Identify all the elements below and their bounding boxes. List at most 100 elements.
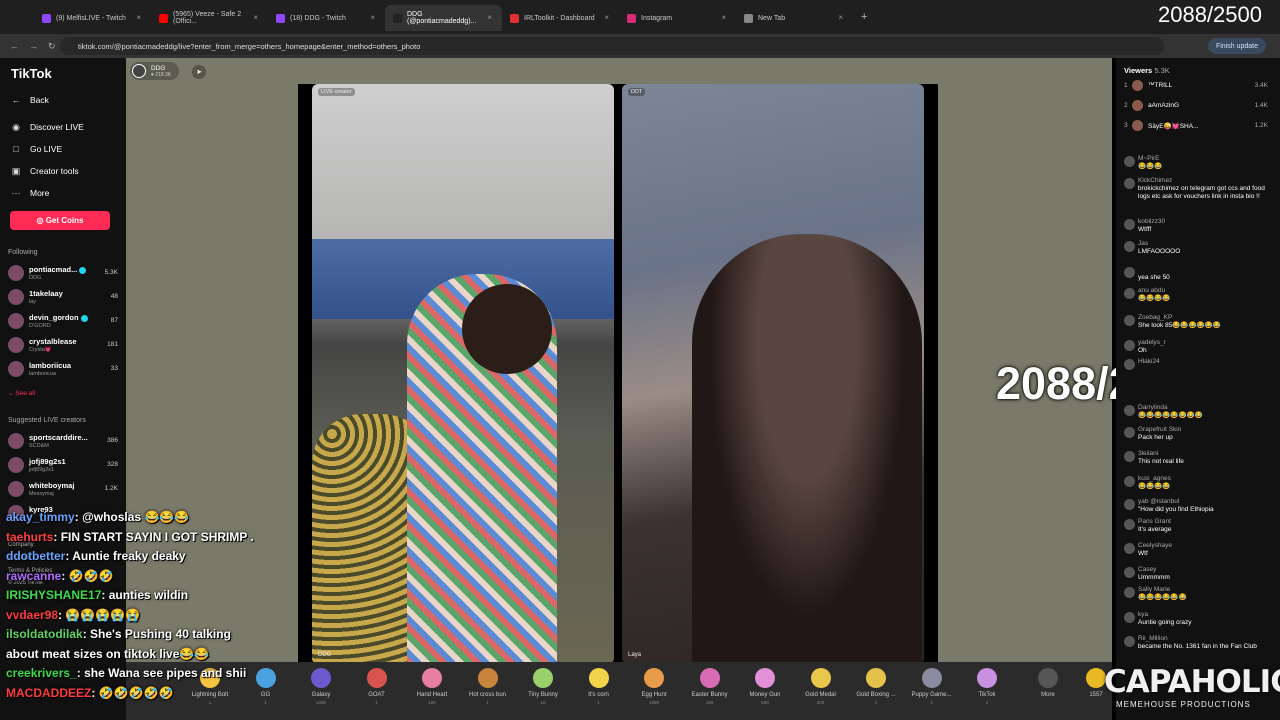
browser-tab[interactable]: (9) MelfisLIVE - Twitch × [34, 5, 151, 31]
back-link[interactable]: ← Back [10, 94, 49, 106]
browser-tab[interactable]: DDG (@pontiacmadeddg)... × [385, 5, 502, 31]
host-badge[interactable]: DDG ♥ 218.3K [130, 62, 180, 80]
close-icon[interactable]: × [487, 13, 492, 22]
creator-row[interactable]: jofj89g2s1 jofj89g2s1 328 [8, 455, 120, 477]
gift-item[interactable]: It's corn 1 [573, 668, 625, 705]
video-left[interactable]: LIVE creator DDG [312, 84, 614, 664]
share-arrow-icon[interactable]: ➤ [192, 65, 206, 79]
close-icon[interactable]: × [253, 13, 258, 22]
finish-update-button[interactable]: Finish update [1207, 38, 1266, 54]
creator-name-text: sportscarddire... [29, 433, 88, 442]
overlay-chat-line: vvdaer98: 😭😭😭😭😭 [6, 608, 140, 622]
chat-message: Paris Grant It's average [1124, 518, 1274, 538]
creator-row[interactable]: devin_gordon DʻGORD 87 [8, 311, 120, 333]
tab-title: Instagram [641, 14, 673, 22]
video-container: LIVE creator DDG DDT Laya [298, 84, 938, 664]
chat-message: Grapefruit Skin Pack her up [1124, 426, 1274, 446]
viewer-row[interactable]: 2 aAmAzinG 1.4K [1124, 99, 1274, 115]
suggested-heading: Suggested LIVE creators [8, 417, 86, 424]
creator-name: 1takelaay [29, 289, 63, 298]
creator-row[interactable]: sportscarddire... SCD&M 386 [8, 431, 120, 453]
url-input[interactable]: tiktok.com/@pontiacmadeddg/live?enter_fr… [60, 37, 1164, 55]
gift-item[interactable]: Gold Medal 200 [795, 668, 847, 705]
gift-icon [477, 668, 498, 688]
creator-row[interactable]: whiteboymaj Messymaj 1.2K [8, 479, 120, 501]
viewer-row[interactable]: 3 SäyE😜💓SHA... 1.2K [1124, 119, 1274, 135]
person-blurred [692, 234, 922, 664]
see-all-link[interactable]: ⌄ See all [8, 389, 35, 397]
chat-username: Zoebag_KP [1138, 314, 1173, 321]
gift-item[interactable]: TikTok 1 [961, 668, 1013, 705]
viewer-row[interactable]: 1 ™TRILL 3.4K [1124, 79, 1274, 95]
live-icon: ◉ [12, 121, 20, 132]
gift-item[interactable]: Hand Heart 100 [406, 668, 458, 705]
browser-tab[interactable]: IRLToolkit - Dashboard × [502, 5, 619, 31]
gift-item[interactable]: Hot cross bun 1 [462, 668, 514, 705]
overlay-text: Auntie freaky deaky [72, 549, 186, 563]
gift-item[interactable]: GOAT 1 [351, 668, 403, 705]
chat-text: Wtfff [1138, 226, 1152, 233]
chat-username: Casey [1138, 566, 1157, 573]
reload-icon[interactable]: ↻ [48, 41, 56, 52]
new-tab-plus-icon[interactable]: + [861, 11, 867, 23]
close-icon[interactable]: × [604, 13, 609, 22]
close-icon[interactable]: × [136, 13, 141, 22]
tab-favicon-icon [159, 13, 168, 23]
avatar [1124, 499, 1135, 510]
gift-item[interactable]: Galaxy 1000 [295, 668, 347, 705]
avatar [1124, 636, 1135, 647]
browser-tab[interactable]: Instagram × [619, 5, 736, 31]
chat-username: Grapefruit Skin [1138, 426, 1182, 433]
nav-more[interactable]: ⋯ More [10, 187, 50, 199]
overlay-username: ddotbetter [6, 549, 66, 563]
nav-discover-live[interactable]: ◉ Discover LIVE [10, 121, 84, 133]
gift-item[interactable]: GG 1 [240, 668, 292, 705]
coin-icon [1086, 668, 1106, 688]
gift-item[interactable]: Egg Hunt 1999 [628, 668, 680, 705]
chat-message: Rii_Million became the No. 1361 fan in th… [1124, 635, 1274, 655]
gift-name: TikTok [978, 692, 996, 698]
gift-icon [699, 668, 720, 688]
avatar [1124, 405, 1135, 416]
gift-name: GG [260, 692, 271, 698]
gift-item[interactable]: Tiny Bunny 10 [517, 668, 569, 705]
gift-item[interactable]: Puppy Game... 1 [906, 668, 958, 705]
video-right[interactable]: DDT Laya [622, 84, 924, 664]
host-avatar [132, 64, 146, 78]
browser-tab[interactable]: New Tab × [736, 5, 853, 31]
overlay-text: @whoslas 😂😂😂 [82, 510, 190, 524]
viewers-heading[interactable]: Viewers 5.3K [1124, 66, 1170, 75]
chat-message: Darrylinda 😂😂😂😂😂😂😂😂 [1124, 404, 1274, 424]
creator-row[interactable]: 1takelaay lay 48 [8, 287, 120, 309]
close-icon[interactable]: × [838, 13, 843, 22]
camera-icon: □ [13, 144, 19, 154]
overlay-username: taehurts [6, 529, 54, 544]
creator-name-text: 1takelaay [29, 289, 63, 298]
score-counter-top: 2088/2500 [1158, 2, 1262, 27]
viewer-name: aAmAzinG [1148, 102, 1180, 109]
get-coins-button[interactable]: ◎ Get Coins [10, 211, 110, 230]
gift-item[interactable]: Easter Bunny 199 [684, 668, 736, 705]
nav-go-live[interactable]: □ Go LIVE [10, 143, 62, 155]
video-right-name: Laya [628, 652, 642, 658]
close-icon[interactable]: × [721, 13, 726, 22]
gift-name: Galaxy [311, 692, 331, 698]
chat-message: Hlaki24 [1124, 358, 1274, 378]
browser-tab[interactable]: (18) DDG - Twitch × [268, 5, 385, 31]
creator-row[interactable]: lamboriicua lamboricua 33 [8, 359, 120, 381]
creator-row[interactable]: crystalblease Crysta💗 181 [8, 335, 120, 357]
chat-text: 😂😂😂 [1138, 163, 1163, 170]
forward-arrow-icon[interactable]: → [29, 41, 38, 51]
more-gifts-button[interactable]: More [1022, 668, 1074, 698]
gift-item[interactable]: Money Gun 500 [739, 668, 791, 705]
tiktok-logo[interactable]: TikTok [11, 66, 52, 81]
gift-name: Tiny Bunny [528, 692, 558, 698]
creator-row[interactable]: pontiacmad... DDG 5.3K [8, 263, 120, 285]
close-icon[interactable]: × [370, 13, 375, 22]
gift-item[interactable]: Gold Boxing ... 1 [850, 668, 902, 705]
back-arrow-icon[interactable]: ← [10, 41, 19, 51]
nav-creator-tools[interactable]: ▣ Creator tools [10, 165, 79, 177]
gift-name: Egg Hunt [641, 692, 667, 698]
browser-tab[interactable]: (5965) Veeze - Safe 2 (Offici... × [151, 5, 268, 31]
gift-name: Money Gun [749, 692, 781, 698]
